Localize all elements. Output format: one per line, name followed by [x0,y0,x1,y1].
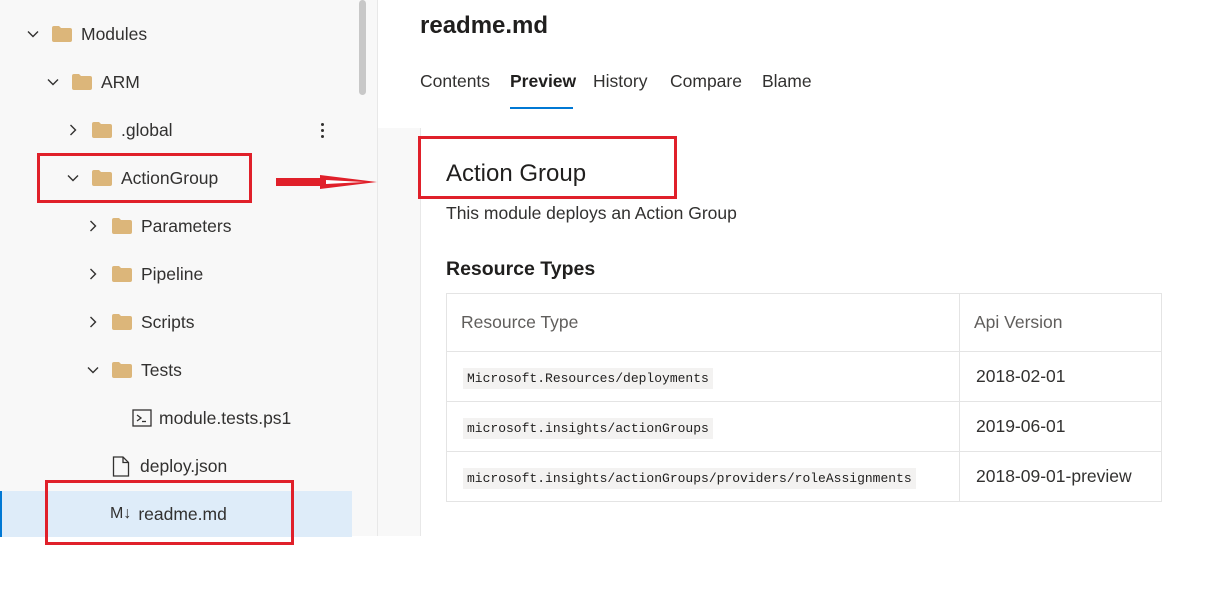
annotation-box-readme [45,480,294,545]
tab-preview[interactable]: Preview [510,71,576,92]
folder-icon [112,266,132,282]
table-row: microsoft.insights/actionGroups 2019-06-… [446,401,1162,452]
tree-item-pipeline[interactable]: Pipeline [0,251,436,297]
folder-icon [112,218,132,234]
chevron-down-icon[interactable] [84,361,102,379]
chevron-down-icon[interactable] [24,25,42,43]
more-options-icon[interactable] [312,118,332,142]
tree-item-label: Pipeline [141,263,204,284]
file-tree-sidebar: Modules ARM .global ActionGroup Paramete… [0,0,378,537]
tree-item-arm[interactable]: ARM [0,59,396,105]
resource-type-code: microsoft.insights/actionGroups/provider… [463,468,916,489]
tree-item-modules[interactable]: Modules [0,11,376,57]
page-title: readme.md [420,12,549,39]
chevron-right-icon[interactable] [84,217,102,235]
tree-item-label: Parameters [141,215,232,236]
folder-icon [112,314,132,330]
file-icon [112,455,130,477]
table-header-row: Resource Type Api Version [446,293,1162,352]
chevron-right-icon[interactable] [84,313,102,331]
folder-icon [92,122,112,138]
column-header-resource-type: Resource Type [446,293,960,352]
annotation-box-actiongroup [37,153,252,203]
chevron-right-icon[interactable] [84,265,102,283]
annotation-arrow-icon [276,175,377,189]
preview-description: This module deploys an Action Group [446,203,737,223]
resource-type-cell: Microsoft.Resources/deployments [446,351,960,402]
file-header: readme.md Contents Preview History Compa… [378,0,1209,128]
tree-item-label: Modules [81,23,148,44]
resource-type-code: microsoft.insights/actionGroups [463,418,713,439]
tab-blame[interactable]: Blame [762,71,812,92]
tab-history[interactable]: History [593,71,647,92]
tree-item-label: module.tests.ps1 [159,407,292,428]
resource-types-table: Resource Type Api Version Microsoft.Reso… [446,293,1162,502]
annotation-box-heading [418,136,677,199]
file-viewer: readme.md Contents Preview History Compa… [378,0,1209,536]
table-row: Microsoft.Resources/deployments 2018-02-… [446,351,1162,402]
section-heading: Resource Types [446,258,596,280]
folder-icon [52,26,72,42]
api-version-cell: 2019-06-01 [959,401,1162,452]
resource-type-code: Microsoft.Resources/deployments [463,368,713,389]
tab-contents[interactable]: Contents [420,71,490,92]
tree-item-global[interactable]: .global [0,107,416,153]
table-row: microsoft.insights/actionGroups/provider… [446,451,1162,502]
tree-item-label: Scripts [141,311,195,332]
api-version-cell: 2018-09-01-preview [959,451,1162,502]
column-header-api-version: Api Version [959,293,1162,352]
tree-item-scripts[interactable]: Scripts [0,299,436,345]
tree-item-tests[interactable]: Tests [0,347,436,393]
chevron-down-icon[interactable] [44,73,62,91]
folder-icon [112,362,132,378]
active-tab-indicator [510,107,573,109]
powershell-file-icon [132,409,152,427]
tree-item-label: ARM [101,71,140,92]
chevron-right-icon[interactable] [64,121,82,139]
resource-type-cell: microsoft.insights/actionGroups/provider… [446,451,960,502]
resource-type-cell: microsoft.insights/actionGroups [446,401,960,452]
tree-item-label: Tests [141,359,182,380]
tree-item-parameters[interactable]: Parameters [0,203,436,249]
tab-compare[interactable]: Compare [670,71,742,92]
tree-item-label: deploy.json [140,455,228,476]
api-version-cell: 2018-02-01 [959,351,1162,402]
folder-icon [72,74,92,90]
tree-item-label: .global [121,119,173,140]
